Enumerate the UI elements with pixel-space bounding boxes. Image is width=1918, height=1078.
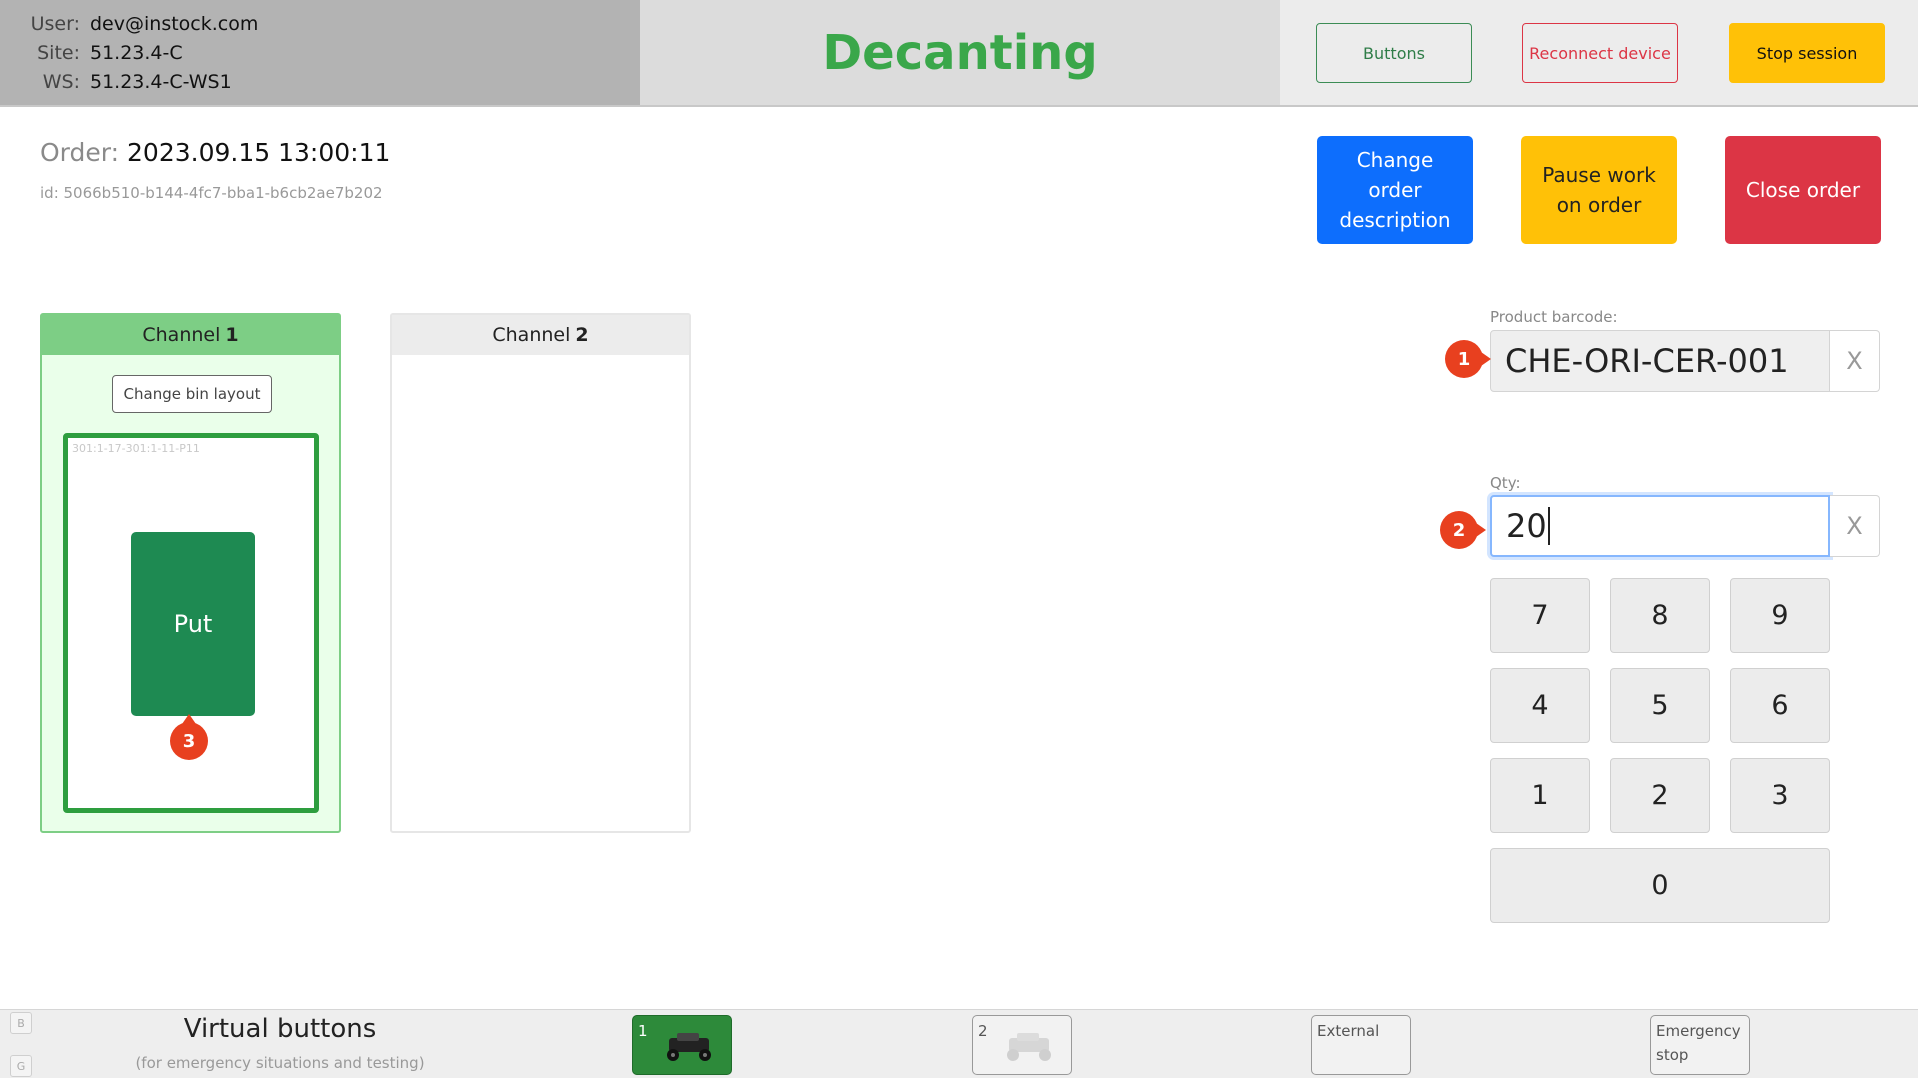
robot-car-icon <box>1007 1033 1051 1061</box>
user-row: User: dev@instock.com <box>24 10 640 39</box>
step-marker-3: 3 <box>170 714 208 760</box>
step-marker-3-number: 3 <box>182 730 196 752</box>
header-actions: Buttons Reconnect device Stop session <box>1280 0 1918 105</box>
robot-car-icon <box>667 1033 711 1061</box>
site-value: 51.23.4-C <box>90 42 183 64</box>
channel-2-name: Channel <box>492 324 571 346</box>
emergency-stop-button[interactable]: Emergency stop <box>1650 1015 1750 1075</box>
order-value: 2023.09.15 13:00:11 <box>127 138 391 167</box>
change-bin-layout-button[interactable]: Change bin layout <box>112 375 272 413</box>
virtual-buttons-title: Virtual buttons <box>183 1014 377 1044</box>
shortcut-key-g[interactable]: G <box>10 1055 32 1077</box>
clear-barcode-button[interactable]: X <box>1830 330 1880 392</box>
change-order-description-button[interactable]: Change order description <box>1317 136 1473 244</box>
keypad-key-6[interactable]: 6 <box>1730 668 1830 743</box>
external-label: External <box>1317 1022 1380 1040</box>
session-info-panel: User: dev@instock.com Site: 51.23.4-C WS… <box>0 0 640 105</box>
put-button[interactable]: Put <box>131 532 255 716</box>
page-title: Decanting <box>822 24 1098 81</box>
external-button[interactable]: External <box>1311 1015 1411 1075</box>
site-row: Site: 51.23.4-C <box>24 39 640 68</box>
quantity-input[interactable]: 20 <box>1490 495 1830 557</box>
quantity-value: 20 <box>1506 507 1547 545</box>
order-id: id: 5066b510-b144-4fc7-bba1-b6cb2ae7b202 <box>40 184 383 202</box>
product-barcode-value: CHE-ORI-CER-001 <box>1505 342 1789 380</box>
robot-2-button[interactable]: 2 <box>972 1015 1072 1075</box>
shortcut-key-b[interactable]: B <box>10 1012 32 1034</box>
order-label: Order: <box>40 138 120 167</box>
keypad-key-8[interactable]: 8 <box>1610 578 1710 653</box>
keypad-key-1[interactable]: 1 <box>1490 758 1590 833</box>
virtual-buttons-subtitle: (for emergency situations and testing) <box>135 1054 425 1072</box>
keypad-key-2[interactable]: 2 <box>1610 758 1710 833</box>
bin-location-label: 301:1-17-301:1-11-P11 <box>72 442 200 455</box>
product-barcode-input[interactable]: CHE-ORI-CER-001 <box>1490 330 1830 392</box>
user-label: User: <box>30 13 80 35</box>
clear-quantity-button[interactable]: X <box>1830 495 1880 557</box>
step-marker-2: 2 <box>1440 511 1486 549</box>
order-heading: Order: 2023.09.15 13:00:11 <box>40 138 390 167</box>
channel-1-number: 1 <box>225 324 239 346</box>
step-marker-1: 1 <box>1445 340 1491 378</box>
close-order-button[interactable]: Close order <box>1725 136 1881 244</box>
buttons-button[interactable]: Buttons <box>1316 23 1472 83</box>
user-value: dev@instock.com <box>90 13 259 35</box>
workstation-value: 51.23.4-C-WS1 <box>90 71 232 93</box>
stop-session-button[interactable]: Stop session <box>1729 23 1885 83</box>
keypad-key-5[interactable]: 5 <box>1610 668 1710 743</box>
pause-work-button[interactable]: Pause work on order <box>1521 136 1677 244</box>
title-panel: Decanting <box>640 0 1280 105</box>
step-marker-2-number: 2 <box>1452 519 1466 541</box>
step-marker-1-number: 1 <box>1457 348 1471 370</box>
product-barcode-label: Product barcode: <box>1490 308 1618 326</box>
channel-2-panel: Channel 2 <box>390 313 691 833</box>
robot-2-label: 2 <box>978 1022 988 1040</box>
reconnect-device-button[interactable]: Reconnect device <box>1522 23 1678 83</box>
keypad-key-4[interactable]: 4 <box>1490 668 1590 743</box>
emergency-stop-label: Emergency stop <box>1656 1022 1741 1064</box>
keypad-key-9[interactable]: 9 <box>1730 578 1830 653</box>
channel-2-number: 2 <box>575 324 589 346</box>
robot-1-button[interactable]: 1 <box>632 1015 732 1075</box>
keypad-key-0[interactable]: 0 <box>1490 848 1830 923</box>
channel-1-name: Channel <box>142 324 221 346</box>
text-caret <box>1547 507 1550 545</box>
keypad-key-3[interactable]: 3 <box>1730 758 1830 833</box>
site-label: Site: <box>37 42 80 64</box>
quantity-label: Qty: <box>1490 474 1521 492</box>
robot-1-label: 1 <box>638 1022 648 1040</box>
keypad-key-7[interactable]: 7 <box>1490 578 1590 653</box>
channel-1-header[interactable]: Channel 1 <box>42 315 339 355</box>
workstation-row: WS: 51.23.4-C-WS1 <box>24 68 640 97</box>
workstation-label: WS: <box>42 71 80 93</box>
top-bar: User: dev@instock.com Site: 51.23.4-C WS… <box>0 0 1918 107</box>
channel-2-header[interactable]: Channel 2 <box>392 315 689 355</box>
